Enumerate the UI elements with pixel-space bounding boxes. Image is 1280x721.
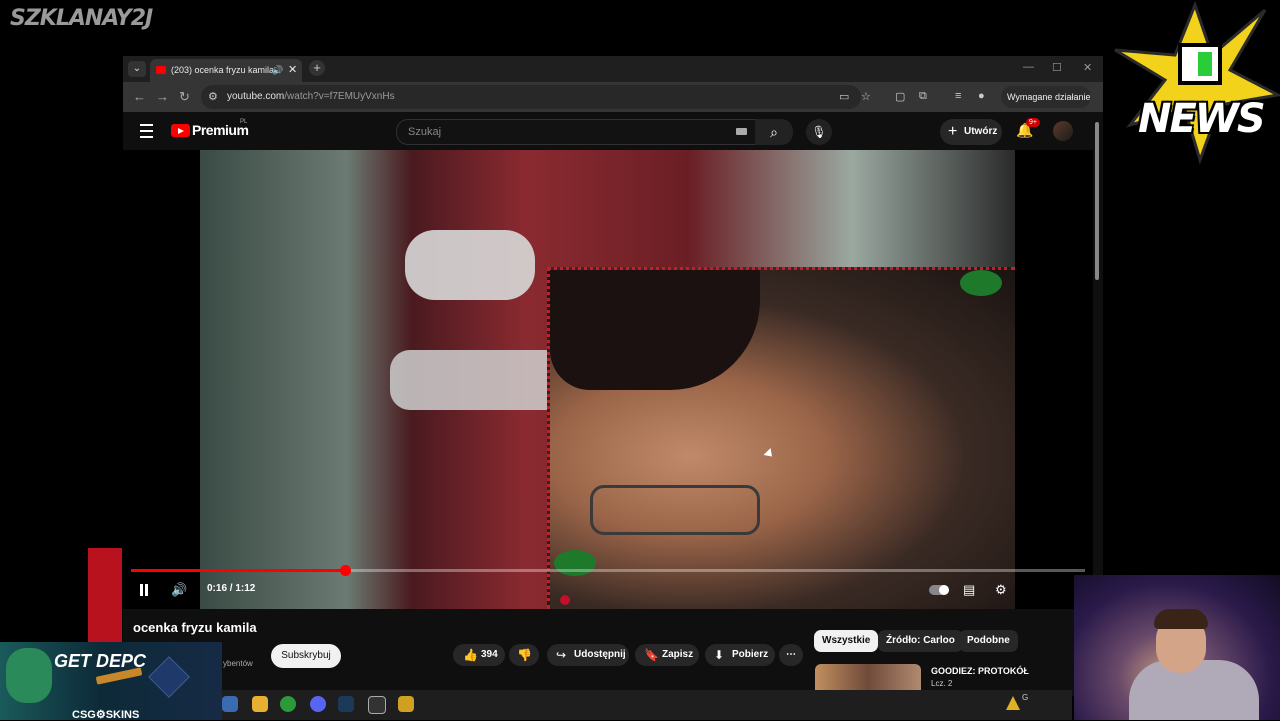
file-explorer-icon[interactable]	[252, 696, 268, 712]
tab-title: (203) ocenka fryzu kamila -	[171, 65, 280, 75]
new-tab-button[interactable]: +	[309, 60, 325, 76]
maximize-icon[interactable]: ☐	[1052, 61, 1062, 74]
channel-subscriber-count: ybentów	[223, 659, 253, 668]
webcam-hair	[1154, 609, 1208, 629]
settings-gear-icon[interactable]: ⚙	[995, 582, 1007, 598]
like-button[interactable]: 👍 394	[453, 644, 505, 666]
sponsor-character	[6, 648, 52, 703]
youtube-favicon-icon	[156, 66, 166, 74]
search-button[interactable]: ⌕	[755, 119, 793, 145]
chip-all[interactable]: Wszystkie	[814, 630, 879, 652]
share-icon: ↪	[556, 648, 567, 662]
sponsor-brand: CSG⚙SKINS	[72, 709, 140, 721]
back-icon[interactable]: ←	[133, 89, 146, 104]
streamer-watermark: SZKLANAY2J	[10, 6, 153, 31]
progress-scrubber[interactable]	[339, 565, 351, 576]
facecam-hair	[550, 270, 760, 390]
notification-badge: 9+	[1026, 118, 1040, 127]
tab-bar: ⌄ (203) ocenka fryzu kamila - 🔊 ✕ + — ☐ …	[123, 56, 1103, 82]
country-code: PL	[240, 119, 248, 125]
sponsor-banner: GET DEPC CSG⚙SKINS	[0, 642, 222, 721]
download-button[interactable]: ⬇ Pobierz	[705, 644, 775, 666]
share-button[interactable]: ↪ Udostępnij	[547, 644, 629, 666]
chip-source[interactable]: Źródło: Carloo	[878, 630, 963, 652]
chip-related[interactable]: Podobne	[959, 630, 1018, 652]
streamer-webcam	[1074, 575, 1280, 720]
scrollbar-thumb[interactable]	[1095, 122, 1099, 280]
obs-icon[interactable]	[368, 696, 386, 714]
plus-icon: +	[948, 123, 958, 140]
profile-action-button[interactable]: Wymagane działanie ⋮	[1001, 86, 1091, 124]
pause-icon[interactable]	[139, 584, 149, 596]
tab-close-icon[interactable]: ✕	[288, 59, 297, 82]
browser-toolbar: ← → ↻ ⚙ youtube.com/watch?v=f7EMUyVxnHs …	[123, 82, 1103, 124]
keyboard-icon[interactable]	[736, 128, 747, 135]
sponsor-headline: GET DEPC	[54, 651, 147, 671]
facecam-overlay	[547, 267, 1015, 609]
bookmark-icon: 🔖	[644, 648, 659, 662]
gift-decoration	[88, 548, 122, 643]
save-button[interactable]: 🔖 Zapisz	[635, 644, 699, 666]
extension-icon[interactable]: ▢	[895, 90, 905, 103]
search-placeholder: Szukaj	[408, 126, 442, 138]
youtube-logo-icon[interactable]	[171, 124, 190, 137]
bookmark-star-icon[interactable]: ☆	[861, 90, 871, 103]
system-tray: G	[1000, 690, 1072, 720]
news-logo-text: NEWS	[1138, 96, 1266, 142]
steam-icon[interactable]	[338, 696, 354, 712]
minimize-icon[interactable]: —	[1023, 61, 1034, 73]
news-logo: NEWS	[1110, 0, 1280, 170]
voice-search-icon[interactable]: 🎙	[806, 119, 832, 145]
subtitles-icon[interactable]: ▤	[963, 582, 975, 598]
menu-icon[interactable]	[140, 124, 153, 138]
browser-window: ⌄ (203) ocenka fryzu kamila - 🔊 ✕ + — ☐ …	[123, 56, 1103, 696]
tab-search-button[interactable]: ⌄	[128, 61, 146, 77]
site-info-icon[interactable]: ⚙	[208, 90, 218, 103]
taskbar	[222, 690, 1022, 720]
reload-icon[interactable]: ↻	[179, 89, 190, 105]
holly-leaf-decoration	[554, 550, 596, 576]
app-pen-icon[interactable]	[398, 696, 414, 712]
recommended-title[interactable]: GOODIEZ: PROTOKÓŁ	[931, 666, 1029, 676]
recommended-subtitle: Lcz. 2	[931, 679, 953, 688]
holly-leaf-decoration	[960, 270, 1002, 296]
video-title: ocenka fryzu kamila	[133, 620, 257, 635]
thumbs-down-icon: 👎	[517, 648, 532, 662]
item-case-icon	[148, 656, 190, 698]
address-bar[interactable]: ⚙ youtube.com/watch?v=f7EMUyVxnHs	[201, 85, 861, 109]
warning-icon[interactable]	[1006, 696, 1020, 710]
video-player[interactable]: 🔊 0:16 / 1:12 ▤ ⚙	[123, 150, 1093, 609]
taskbar-app-icon[interactable]	[222, 696, 238, 712]
autoplay-toggle[interactable]	[929, 585, 949, 595]
url-text[interactable]: youtube.com/watch?v=f7EMUyVxnHs	[227, 85, 395, 109]
forward-icon[interactable]: →	[156, 89, 169, 104]
progress-played	[131, 569, 345, 572]
tab-youtube[interactable]: (203) ocenka fryzu kamila - 🔊 ✕	[150, 59, 302, 82]
facecam-glasses	[590, 485, 760, 535]
chrome-icon[interactable]	[280, 696, 296, 712]
close-window-icon[interactable]: ✕	[1083, 61, 1092, 74]
dislike-button[interactable]: 👎	[509, 644, 539, 666]
avatar[interactable]	[1053, 121, 1073, 141]
holly-berry-decoration	[560, 595, 570, 605]
download-icon: ⬇	[714, 648, 725, 662]
progress-bar[interactable]	[131, 565, 1085, 576]
puzzle-icon[interactable]: ⧉	[919, 90, 927, 103]
tray-text: G	[1022, 693, 1029, 702]
santa-sleeve-fur	[405, 230, 535, 300]
cast-icon[interactable]: ▭	[839, 90, 849, 103]
more-actions-icon[interactable]: ⋯	[779, 644, 803, 666]
time-display: 0:16 / 1:12	[207, 583, 256, 594]
search-input[interactable]: Szukaj	[396, 119, 756, 145]
youtube-header: Premium PL Szukaj ⌕ 🎙 + Utwórz 🔔 9+	[123, 112, 1103, 150]
volume-icon[interactable]: 🔊	[171, 582, 187, 598]
discord-icon[interactable]	[310, 696, 326, 712]
subscribe-button[interactable]: Subskrybuj	[271, 644, 341, 668]
profile-avatar-icon[interactable]: ●	[978, 90, 985, 102]
media-control-icon[interactable]: ≡	[955, 90, 961, 102]
create-button[interactable]: + Utwórz	[940, 119, 1002, 145]
audio-playing-icon[interactable]: 🔊	[272, 59, 283, 82]
thumbs-up-icon: 👍	[463, 648, 478, 662]
news-star-icon	[1114, 0, 1280, 165]
